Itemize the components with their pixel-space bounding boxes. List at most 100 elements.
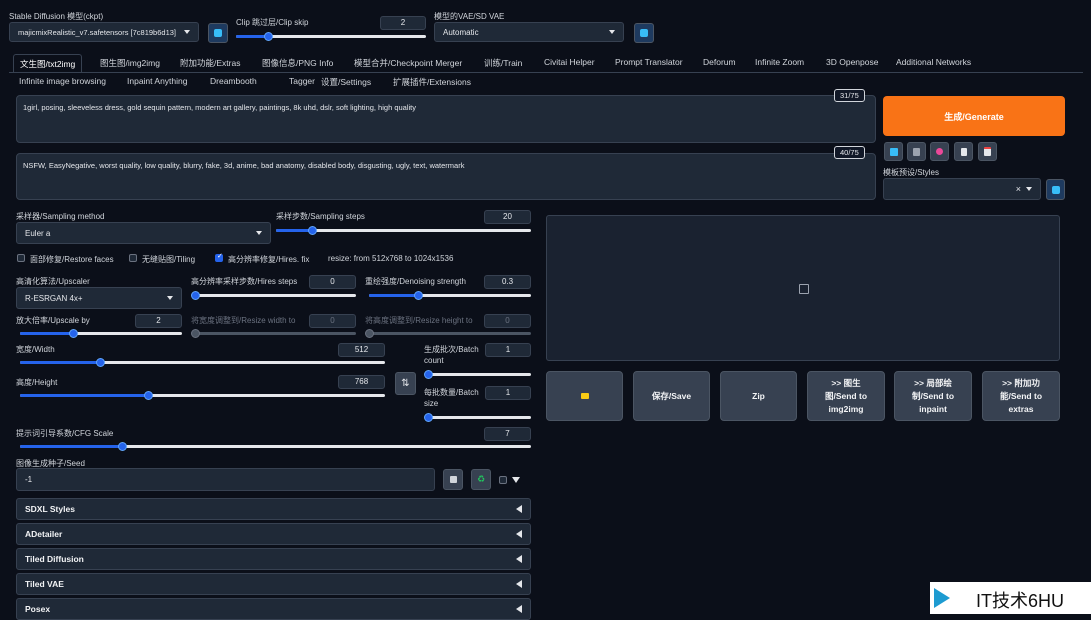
tab-9[interactable]: Infinite Zoom [755,57,804,67]
slider-thumb[interactable] [118,442,128,451]
tab-3[interactable]: 图像信息/PNG Info [262,57,333,69]
tab-11[interactable]: Additional Networks [896,57,971,67]
tab-row2-4[interactable]: 设置/Settings [321,76,371,88]
slider-thumb[interactable] [413,291,423,300]
apply-style-button[interactable] [954,142,973,161]
styles-dropdown[interactable]: × [883,178,1041,200]
refresh-vae-button[interactable] [634,23,654,43]
slider-thumb[interactable] [191,291,200,300]
tab-1[interactable]: 图生图/img2img [100,57,160,69]
slider-thumb[interactable] [424,370,433,379]
save-button[interactable]: 保存/Save [633,371,710,421]
accordion-sdxl-styles[interactable]: SDXL Styles [16,498,531,520]
denoising-slider[interactable] [369,291,531,300]
save-style-button[interactable] [978,142,997,161]
resize-height-slider[interactable] [365,329,531,338]
tab-4[interactable]: 模型合并/Checkpoint Merger [354,57,462,69]
clip-skip-input[interactable]: 2 [380,16,426,30]
open-folder-button[interactable] [546,371,623,421]
tab-6[interactable]: Civitai Helper [544,57,595,67]
width-slider[interactable] [20,358,385,367]
seed-input[interactable]: -1 [16,468,435,491]
restore-faces-checkbox[interactable] [17,254,25,262]
image-placeholder-icon [799,284,809,294]
height-slider[interactable] [20,391,385,400]
accordion-tiled-vae[interactable]: Tiled VAE [16,573,531,595]
close-icon[interactable]: × [1016,184,1021,194]
slider-thumb[interactable] [264,32,274,41]
slider-thumb[interactable] [191,329,200,338]
refresh-checkpoint-button[interactable] [208,23,228,43]
random-seed-button[interactable] [443,469,463,490]
slider-thumb[interactable] [424,413,433,422]
cfg-scale-input[interactable]: 7 [484,427,531,441]
hires-steps-input[interactable]: 0 [309,275,356,289]
batch-size-slider[interactable] [424,413,531,422]
extra-seed-toggle-icon[interactable] [512,477,520,483]
tab-row2-2[interactable]: Dreambooth [210,76,257,86]
slider-thumb[interactable] [69,329,79,338]
resize-height-input[interactable]: 0 [484,314,531,328]
accordion-adetailer[interactable]: ADetailer [16,523,531,545]
batch-count-input[interactable]: 1 [485,343,531,357]
upscale-by-slider[interactable] [20,329,182,338]
accordion-tiled-diffusion[interactable]: Tiled Diffusion [16,548,531,570]
sampling-steps-slider[interactable] [276,226,531,235]
hires-fix-checkbox[interactable]: ✓ [215,253,223,262]
sampling-method-value: Euler a [25,228,51,238]
extra-networks-button[interactable] [930,142,949,161]
vae-dropdown[interactable]: Automatic [434,22,624,42]
send-to-extras-button[interactable]: >> 附加功能/Send to extras [982,371,1060,421]
upscale-by-input[interactable]: 2 [135,314,182,328]
extra-seed-checkbox[interactable] [499,476,507,484]
tab-0[interactable]: 文生图/txt2img [13,54,83,73]
upscaler-label: 高清化算法/Upscaler [16,277,90,286]
refresh-styles-button[interactable] [1046,179,1065,200]
clip-skip-slider[interactable] [236,32,426,41]
slider-thumb[interactable] [365,329,374,338]
hires-steps-slider[interactable] [191,291,356,300]
slider-thumb[interactable] [143,391,153,400]
vae-value: Automatic [443,27,479,37]
read-params-button[interactable] [884,142,903,161]
tiling-checkbox[interactable] [129,254,137,262]
send-to-inpaint-button[interactable]: >> 局部绘制/Send to inpaint [894,371,972,421]
tab-row2-3[interactable]: Tagger [289,76,315,86]
slider-thumb[interactable] [307,226,317,235]
cfg-scale-slider[interactable] [20,442,531,451]
batch-size-input[interactable]: 1 [485,386,531,400]
tab-row2-1[interactable]: Inpaint Anything [127,76,188,86]
width-input[interactable]: 512 [338,343,385,357]
resize-info: resize: from 512x768 to 1024x1536 [328,254,454,263]
sampling-steps-input[interactable]: 20 [484,210,531,224]
tab-7[interactable]: Prompt Translator [615,57,683,67]
resize-width-input[interactable]: 0 [309,314,356,328]
networks-icon [936,148,943,155]
resize-width-slider[interactable] [191,329,356,338]
swap-dimensions-button[interactable]: ⇅ [395,372,416,395]
checkpoint-dropdown[interactable]: majicmixRealistic_v7.safetensors [7c819b… [9,22,199,42]
sampling-method-dropdown[interactable]: Euler a [16,222,271,244]
tab-row2-0[interactable]: Infinite image browsing [19,76,106,86]
tab-8[interactable]: Deforum [703,57,736,67]
upscaler-dropdown[interactable]: R-ESRGAN 4x+ [16,287,182,309]
send-to-img2img-button[interactable]: >> 图生图/Send to img2img [807,371,885,421]
reuse-seed-button[interactable]: ♻ [471,469,491,490]
accordion-posex[interactable]: Posex [16,598,531,620]
tab-2[interactable]: 附加功能/Extras [180,57,240,69]
negative-prompt-input[interactable]: NSFW, EasyNegative, worst quality, low q… [16,153,876,200]
clipboard-icon [960,147,967,156]
positive-prompt-input[interactable]: 1girl, posing, sleeveless dress, gold se… [16,95,876,143]
tab-10[interactable]: 3D Openpose [826,57,878,67]
denoising-label: 重绘强度/Denoising strength [365,277,466,286]
tab-5[interactable]: 训练/Train [484,57,522,69]
denoising-input[interactable]: 0.3 [484,275,531,289]
height-input[interactable]: 768 [338,375,385,389]
generate-button[interactable]: 生成/Generate [883,96,1065,136]
clear-prompt-button[interactable] [907,142,926,161]
chevron-down-icon [1026,187,1032,191]
zip-button[interactable]: Zip [720,371,797,421]
slider-thumb[interactable] [96,358,106,367]
batch-count-slider[interactable] [424,370,531,379]
tab-row2-5[interactable]: 扩展插件/Extensions [393,76,471,88]
